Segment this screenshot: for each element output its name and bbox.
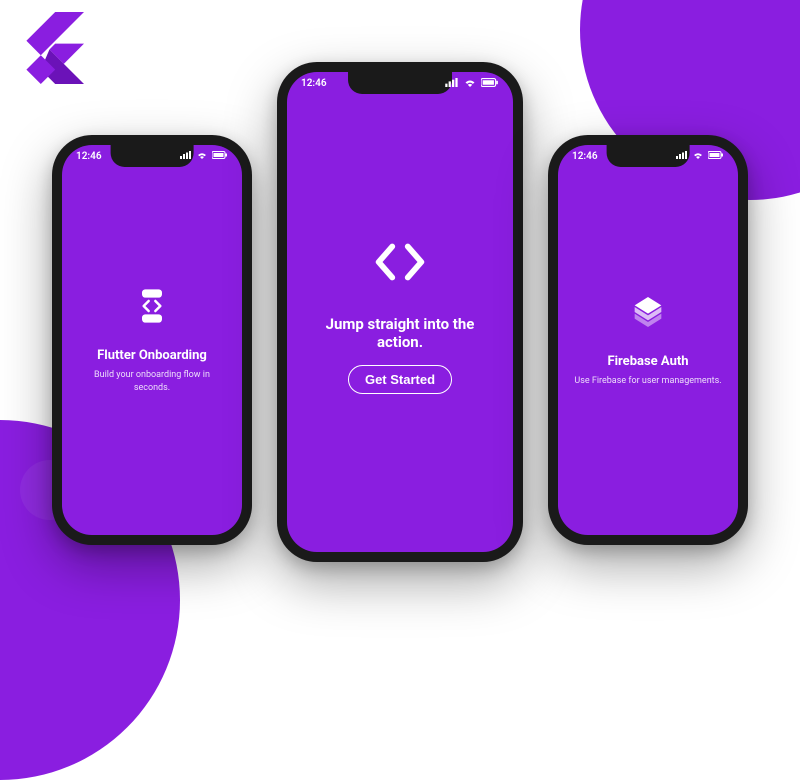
screen-onboarding: 12:46 [62,145,242,535]
wifi-icon [196,151,208,162]
code-brackets-icon [369,231,431,297]
wifi-icon [463,78,477,90]
get-started-button[interactable]: Get Started [348,365,452,394]
battery-icon [212,151,228,162]
status-bar: 12:46 [558,151,738,162]
onboarding-title: Flutter Onboarding [97,348,207,363]
signal-icon [445,78,459,90]
screen-auth: 12:46 [558,145,738,535]
auth-title: Firebase Auth [607,354,688,369]
status-bar: 12:46 [287,78,513,90]
phone-mockup-auth: 12:46 [548,135,748,545]
wifi-icon [692,151,704,162]
phone-mockup-welcome: 12:46 Jum [277,62,523,562]
status-time: 12:46 [301,78,327,90]
auth-subtitle: Use Firebase for user managements. [574,375,721,388]
welcome-title: Jump straight into the action. [301,315,499,351]
status-time: 12:46 [572,151,598,162]
status-time: 12:46 [76,151,102,162]
onboarding-subtitle: Build your onboarding flow in seconds. [76,369,228,394]
battery-icon [708,151,724,162]
status-bar: 12:46 [62,151,242,162]
signal-icon [676,151,688,162]
onboarding-device-icon [132,286,172,330]
layers-icon [628,292,668,336]
screen-welcome: 12:46 Jum [287,72,513,552]
phone-mockup-onboarding: 12:46 [52,135,252,545]
battery-icon [481,78,499,90]
signal-icon [180,151,192,162]
